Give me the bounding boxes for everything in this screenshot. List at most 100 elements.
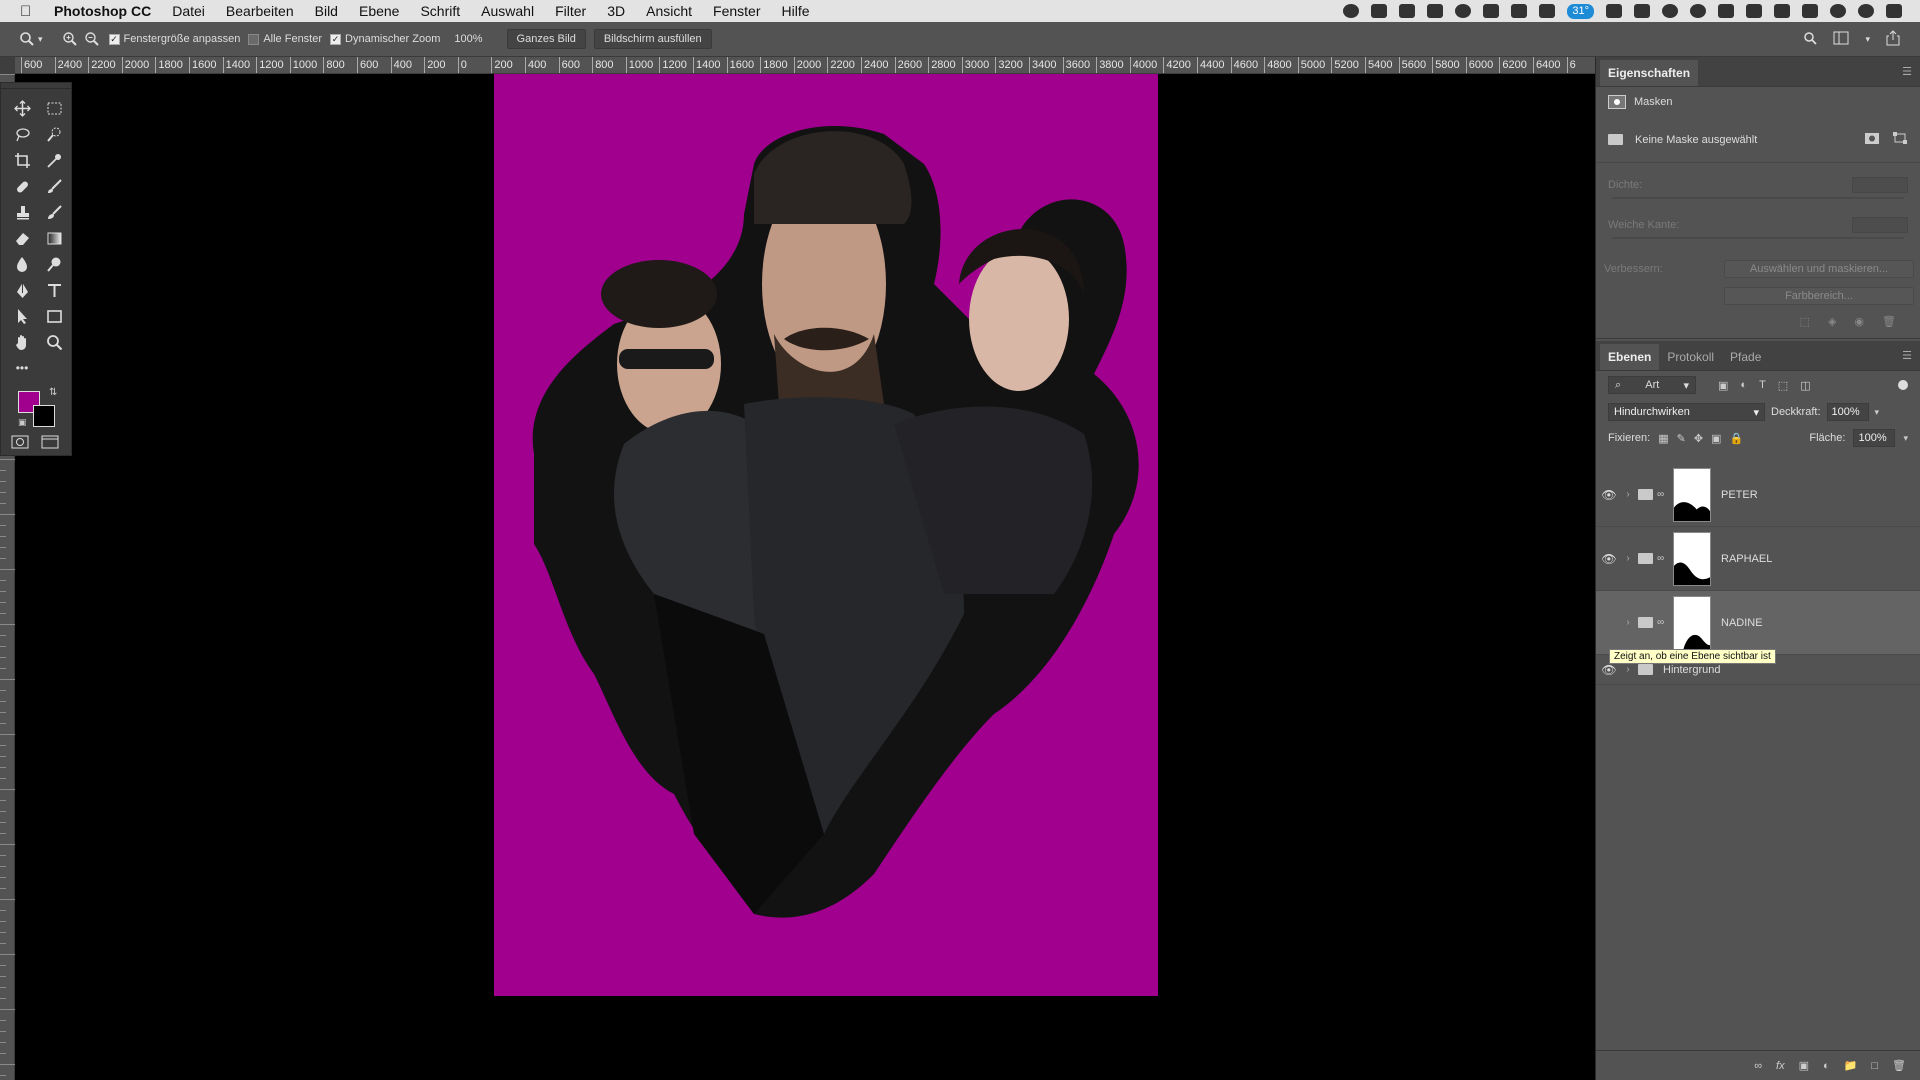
feather-field[interactable]	[1852, 217, 1908, 233]
dynamic-zoom-checkbox[interactable]: ✓ Dynamischer Zoom	[330, 33, 440, 45]
apple-icon[interactable]: 	[20, 3, 42, 20]
lock-artboard-icon[interactable]: ▣	[1711, 432, 1721, 445]
visibility-eye-icon[interactable]: 👁	[1596, 552, 1622, 566]
visibility-eye-icon[interactable]: 👁	[1596, 488, 1622, 502]
fit-window-checkbox[interactable]: ✓ Fenstergröße anpassen	[108, 33, 240, 45]
adjustment-layer-icon[interactable]: ◐	[1823, 1060, 1830, 1072]
fill-field[interactable]: 100%	[1853, 429, 1896, 447]
notification-center-icon[interactable]	[1886, 4, 1902, 18]
add-pixel-mask-icon[interactable]	[1864, 132, 1880, 148]
chat-icon[interactable]	[1634, 4, 1650, 18]
wifi-icon[interactable]	[1746, 4, 1762, 18]
default-colors-icon[interactable]: ▣	[18, 417, 27, 428]
fill-screen-button[interactable]: Bildschirm ausfüllen	[593, 29, 712, 49]
delete-layer-icon[interactable]: 🗑	[1892, 1059, 1906, 1072]
apply-mask-icon[interactable]: ◈	[1828, 315, 1836, 328]
bluetooth-icon[interactable]	[1718, 4, 1734, 18]
filter-pixel-icon[interactable]: ▣	[1718, 379, 1728, 392]
document-image[interactable]	[494, 74, 1158, 996]
menu-ansicht[interactable]: Ansicht	[646, 3, 692, 19]
chevron-right-icon[interactable]: ›	[1622, 489, 1634, 500]
feather-slider[interactable]	[1612, 237, 1904, 239]
more-tools-icon[interactable]: •••	[9, 357, 35, 379]
move-tool-icon[interactable]	[9, 97, 35, 119]
lock-position-icon[interactable]: ✥	[1694, 432, 1703, 445]
link-layers-icon[interactable]: ∞	[1754, 1060, 1762, 1072]
rectangle-tool-icon[interactable]	[41, 305, 67, 327]
brush-tool-icon[interactable]	[41, 175, 67, 197]
filter-smart-object-icon[interactable]: ◫	[1800, 379, 1810, 392]
new-group-icon[interactable]: 📁	[1844, 1059, 1858, 1072]
preset-dropdown-icon[interactable]: ▾	[38, 34, 43, 45]
sync-icon[interactable]	[1662, 4, 1678, 18]
zoom-tool-icon[interactable]	[41, 331, 67, 353]
crop-tool-icon[interactable]	[9, 149, 35, 171]
workspace-dropdown-icon[interactable]: ▾	[1865, 34, 1870, 45]
type-tool-icon[interactable]	[41, 279, 67, 301]
menu-filter[interactable]: Filter	[555, 3, 586, 19]
menu-app-name[interactable]: Photoshop CC	[54, 3, 151, 19]
gradient-tool-icon[interactable]	[41, 227, 67, 249]
path-selection-tool-icon[interactable]	[9, 305, 35, 327]
pen-tool-icon[interactable]	[9, 279, 35, 301]
all-windows-checkbox[interactable]: Alle Fenster	[248, 33, 322, 45]
chevron-right-icon[interactable]: ›	[1622, 617, 1634, 628]
tab-layers[interactable]: Ebenen	[1600, 344, 1660, 370]
eyedropper-tool-icon[interactable]	[41, 149, 67, 171]
lock-pixels-icon[interactable]: ✎	[1677, 432, 1686, 445]
lasso-tool-icon[interactable]	[9, 123, 35, 145]
chevron-right-icon[interactable]: ›	[1622, 553, 1634, 564]
layer-row-nadine[interactable]: › ∞ NADINE	[1596, 591, 1920, 655]
airplay-icon[interactable]	[1774, 4, 1790, 18]
record-icon[interactable]	[1343, 4, 1360, 18]
evernote-icon[interactable]	[1483, 4, 1500, 18]
quick-selection-tool-icon[interactable]	[41, 123, 67, 145]
creative-cloud-icon[interactable]	[1455, 4, 1472, 18]
color-range-button[interactable]: Farbbereich...	[1724, 287, 1914, 305]
link-chain-icon[interactable]: ∞	[1657, 553, 1667, 564]
layer-name[interactable]: NADINE	[1721, 617, 1763, 629]
swap-colors-icon[interactable]: ⇅	[49, 387, 57, 398]
toggle-mask-icon[interactable]: ◉	[1854, 315, 1864, 328]
layer-name[interactable]: Hintergrund	[1663, 664, 1720, 676]
opacity-dropdown-icon[interactable]: ▾	[1875, 407, 1880, 418]
share-icon[interactable]	[1886, 30, 1900, 49]
layers-menu-icon[interactable]: ☰	[1902, 349, 1912, 362]
fill-dropdown-icon[interactable]: ▾	[1903, 433, 1908, 444]
history-brush-tool-icon[interactable]	[41, 201, 67, 223]
background-color-swatch[interactable]	[33, 405, 55, 427]
filter-toggle-icon[interactable]	[1898, 380, 1908, 390]
layer-name[interactable]: PETER	[1721, 489, 1758, 501]
whole-image-button[interactable]: Ganzes Bild	[506, 29, 586, 49]
dropbox-icon[interactable]	[1399, 4, 1416, 18]
tab-history[interactable]: Protokoll	[1659, 344, 1722, 370]
clone-stamp-tool-icon[interactable]	[9, 201, 35, 223]
menu-bearbeiten[interactable]: Bearbeiten	[226, 3, 294, 19]
temperature-badge[interactable]: 31°	[1567, 3, 1594, 19]
script-icon[interactable]	[1511, 4, 1528, 18]
layer-row-raphael[interactable]: 👁 › ∞ RAPHAEL	[1596, 527, 1920, 591]
add-vector-mask-icon[interactable]	[1892, 131, 1908, 148]
siri-icon[interactable]	[1858, 4, 1874, 18]
panel-menu-icon[interactable]: ☰	[1902, 65, 1912, 78]
horizontal-ruler[interactable]: 600 2400 2200 2000 1800 1600 1400 1200 1000 800 60…	[15, 57, 1595, 74]
menu-bild[interactable]: Bild	[315, 3, 338, 19]
book-icon[interactable]	[1539, 4, 1556, 18]
search-icon[interactable]	[1803, 31, 1818, 48]
link-chain-icon[interactable]: ∞	[1657, 617, 1667, 628]
opacity-field[interactable]: 100%	[1826, 403, 1869, 421]
hand-tool-icon[interactable]	[9, 331, 35, 353]
hd-icon[interactable]	[1606, 4, 1622, 18]
screen-mode-icon[interactable]	[41, 435, 59, 454]
visibility-eye-icon[interactable]: 👁	[1596, 663, 1622, 677]
spotlight-icon[interactable]	[1830, 4, 1846, 18]
zoom-in-icon[interactable]	[59, 28, 81, 50]
menu-fenster[interactable]: Fenster	[713, 3, 760, 19]
delete-mask-icon[interactable]: 🗑	[1882, 315, 1896, 328]
lock-transparent-icon[interactable]: ▦	[1658, 432, 1668, 445]
zoom-out-icon[interactable]	[81, 28, 103, 50]
canvas-area[interactable]	[15, 74, 1595, 1080]
menu-schrift[interactable]: Schrift	[420, 3, 460, 19]
healing-brush-tool-icon[interactable]	[9, 175, 35, 197]
layer-mask-thumbnail[interactable]	[1673, 467, 1711, 522]
